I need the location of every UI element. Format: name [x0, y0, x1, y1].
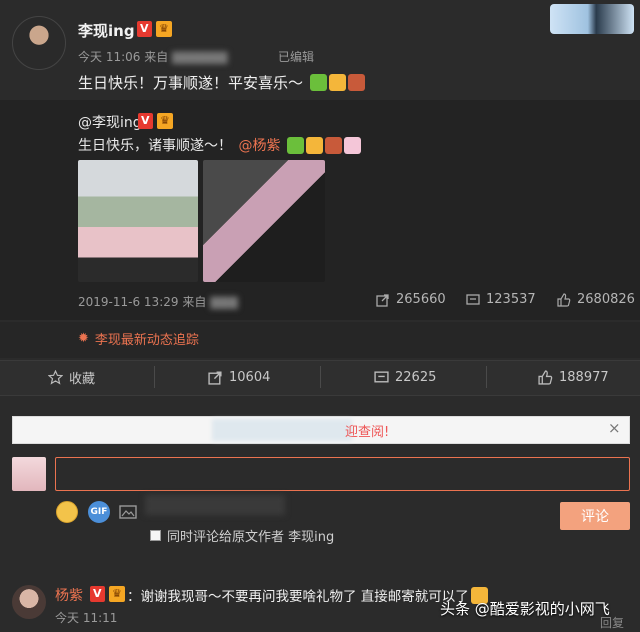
- repost-vip-crown-icon: ♛: [157, 113, 173, 129]
- commenter-name[interactable]: 杨紫: [55, 585, 83, 605]
- post-text-content: 生日快乐！万事顺遂！平安喜乐～: [78, 74, 304, 92]
- favorite-button[interactable]: 收藏: [48, 367, 95, 387]
- beer-emoji-icon: [305, 136, 323, 154]
- post-time: 今天 11:06 来自: [78, 50, 169, 64]
- post-meta: 今天 11:06 来自 ▇▇▇▇▇▇: [78, 48, 227, 65]
- repost-photo-2[interactable]: [203, 160, 325, 282]
- comment-count: 22625: [395, 369, 437, 385]
- post-text: 生日快乐！万事顺遂！平安喜乐～: [78, 72, 367, 93]
- gif-icon[interactable]: GIF: [88, 501, 110, 523]
- comment-time: 今天 11:11: [55, 611, 118, 625]
- repost-verified-icon: V: [138, 113, 153, 129]
- commenter-vip-crown-icon: ♛: [109, 586, 125, 602]
- banner-text: 迎查阅!: [345, 425, 390, 440]
- also-comment-label: 同时评论给原文作者 李现ing: [167, 530, 335, 545]
- forward-icon: [208, 370, 222, 385]
- edited-label: 已编辑: [278, 50, 315, 64]
- emoji-icon[interactable]: [56, 501, 78, 523]
- action-divider: [154, 366, 155, 388]
- author-name[interactable]: 李现ing: [78, 20, 135, 41]
- repost-meta: 2019-11-6 13:29 来自 ▇▇▇: [78, 293, 238, 310]
- repost-comment-stat[interactable]: 123537: [466, 292, 536, 307]
- commenter-verified-icon: V: [90, 586, 105, 602]
- repost-forward-stat[interactable]: 265660: [376, 292, 446, 307]
- star-icon: [48, 369, 63, 385]
- repost-text: 生日快乐，诸事顺遂～！ @杨紫: [78, 135, 363, 155]
- current-user-avatar: [12, 457, 46, 491]
- comment-icon: [374, 370, 389, 382]
- rabbit-emoji-icon: [343, 136, 361, 154]
- submit-comment-button[interactable]: 评论: [560, 502, 630, 530]
- commenter-avatar[interactable]: [12, 585, 46, 619]
- cake-emoji-icon: [347, 74, 365, 91]
- banner-blurred-text: [212, 419, 352, 441]
- also-comment-checkbox[interactable]: [150, 530, 161, 541]
- comment-text-content: ：谢谢我现哥～不要再问我要啥礼物了 直接邮寄就可以了: [127, 589, 469, 605]
- forward-count: 10604: [229, 369, 271, 385]
- like-button[interactable]: 188977: [538, 367, 609, 387]
- comment-button[interactable]: 22625: [374, 367, 436, 387]
- repost-like-count: 2680826: [577, 292, 635, 307]
- thumb-up-icon: [557, 292, 571, 307]
- comment-input[interactable]: [55, 457, 630, 491]
- track-link-label: 李现最新动态追踪: [94, 333, 199, 348]
- repost-like-stat[interactable]: 2680826: [557, 292, 635, 307]
- also-comment-option[interactable]: 同时评论给原文作者 李现ing: [150, 526, 334, 545]
- action-divider: [486, 366, 487, 388]
- corner-avatar-banner: [550, 4, 634, 34]
- verified-icon: V: [137, 21, 152, 37]
- author-avatar[interactable]: [12, 16, 66, 70]
- fire-icon: ✹: [78, 331, 89, 346]
- reply-link[interactable]: 回复: [600, 614, 624, 631]
- repost-time: 2019-11-6 13:29 来自: [78, 295, 207, 309]
- composer-blurred-area: [145, 495, 285, 515]
- cake-emoji-icon: [324, 136, 342, 154]
- favorite-label: 收藏: [69, 371, 96, 387]
- post-source-blurred: ▇▇▇▇▇▇: [172, 50, 228, 64]
- repost-author[interactable]: @李现ing: [78, 112, 142, 132]
- beer-emoji-icon: [328, 74, 346, 91]
- repost-comment-count: 123537: [486, 292, 536, 307]
- thumb-up-icon: [538, 369, 553, 385]
- forward-button[interactable]: 10604: [208, 367, 270, 387]
- close-icon[interactable]: ×: [608, 419, 621, 437]
- repost-photo-1[interactable]: [78, 160, 198, 282]
- like-count: 188977: [559, 369, 609, 385]
- mention-link[interactable]: @杨紫: [238, 138, 280, 154]
- repost-text-prefix: 生日快乐，诸事顺遂～！: [78, 138, 232, 154]
- repost-source-blurred: ▇▇▇: [210, 295, 238, 309]
- comment-icon: [466, 293, 480, 305]
- comment-text: ：谢谢我现哥～不要再问我要啥礼物了 直接邮寄就可以了: [127, 585, 490, 605]
- vip-crown-icon: ♛: [156, 21, 172, 37]
- watermark: 头条 @酷爱影视的小网飞: [440, 600, 610, 618]
- gift-emoji-icon: [309, 74, 327, 91]
- forward-icon: [376, 293, 389, 307]
- action-divider: [320, 366, 321, 388]
- track-link[interactable]: ✹ 李现最新动态追踪: [78, 329, 199, 348]
- gift-emoji-icon: [286, 136, 304, 154]
- image-icon[interactable]: [118, 502, 138, 522]
- repost-forward-count: 265660: [396, 292, 446, 307]
